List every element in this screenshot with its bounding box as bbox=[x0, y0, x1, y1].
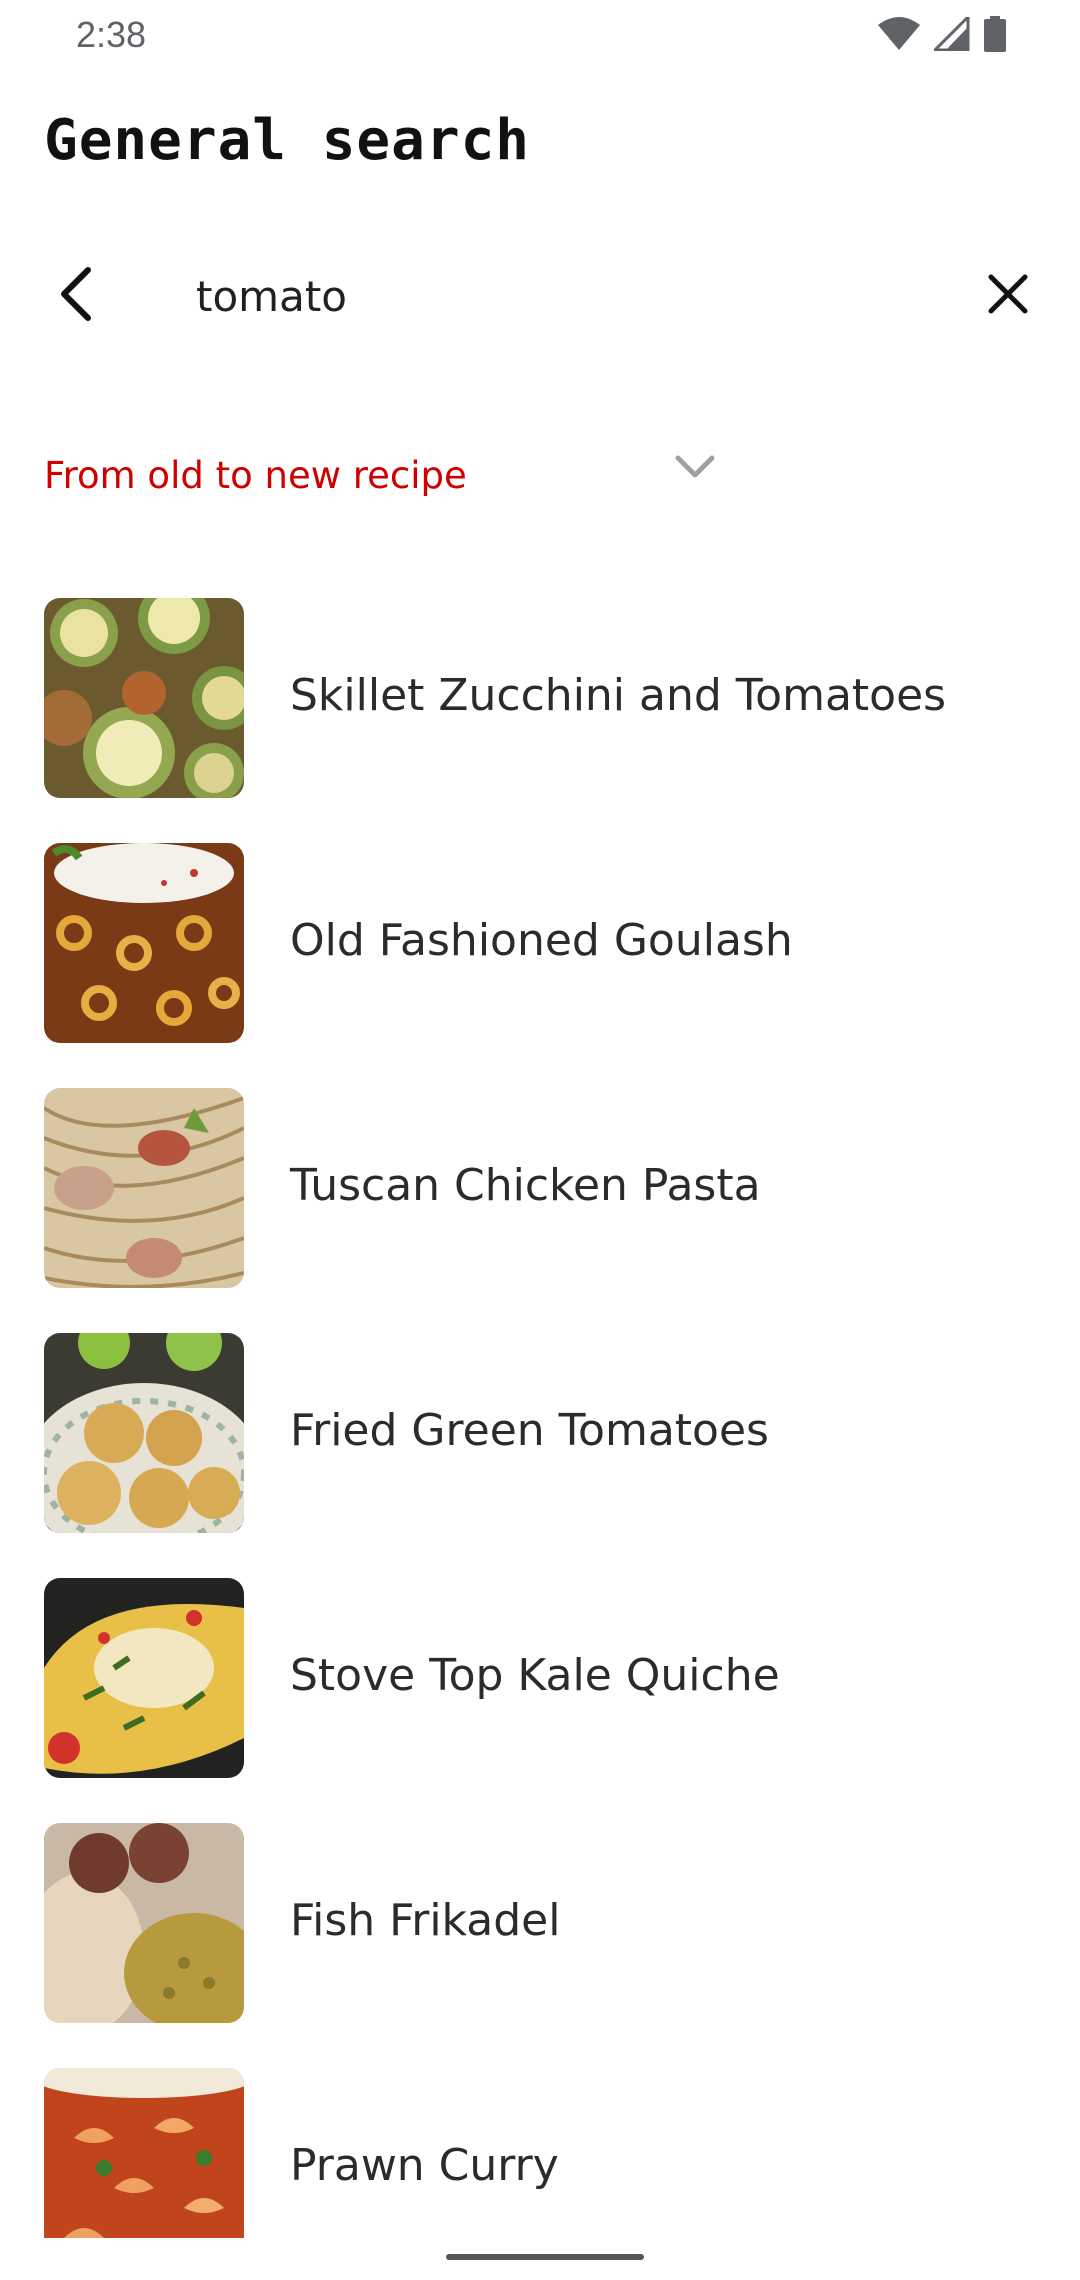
status-time: 2:38 bbox=[76, 14, 147, 55]
cell-signal-icon bbox=[934, 17, 970, 51]
wifi-icon bbox=[878, 17, 920, 51]
battery-icon bbox=[984, 16, 1006, 52]
prawn-curry-photo bbox=[44, 2068, 244, 2238]
sort-dropdown[interactable]: From old to new recipe bbox=[44, 440, 724, 510]
recipe-list-item[interactable]: Old Fashioned Goulash bbox=[0, 843, 1080, 1043]
search-input[interactable] bbox=[196, 256, 936, 336]
recipe-title: Old Fashioned Goulash bbox=[290, 915, 793, 966]
recipe-title: Prawn Curry bbox=[290, 2140, 559, 2191]
recipe-list-item[interactable]: Tuscan Chicken Pasta bbox=[0, 1088, 1080, 1288]
recipe-title: Fried Green Tomatoes bbox=[290, 1405, 769, 1456]
chevron-left-icon bbox=[56, 266, 96, 327]
fish-frikadel-photo bbox=[44, 1823, 244, 2023]
chicken-pasta-photo bbox=[44, 1088, 244, 1288]
sort-label: From old to new recipe bbox=[44, 453, 467, 497]
recipe-list-item[interactable]: Fried Green Tomatoes bbox=[0, 1333, 1080, 1533]
recipe-title: Fish Frikadel bbox=[290, 1895, 561, 1946]
recipe-list-item[interactable]: Fish Frikadel bbox=[0, 1823, 1080, 2023]
recipe-list-item[interactable]: Stove Top Kale Quiche bbox=[0, 1578, 1080, 1778]
status-icons bbox=[878, 16, 1006, 52]
page-title: General search bbox=[44, 108, 531, 173]
recipe-list-item[interactable]: Prawn Curry bbox=[0, 2068, 1080, 2238]
fried-green-tomatoes-photo bbox=[44, 1333, 244, 1533]
goulash-photo bbox=[44, 843, 244, 1043]
recipe-title: Tuscan Chicken Pasta bbox=[290, 1160, 761, 1211]
chevron-down-icon bbox=[674, 454, 716, 487]
search-bar bbox=[0, 236, 1080, 356]
zucchini-tomatoes-photo bbox=[44, 598, 244, 798]
kale-quiche-photo bbox=[44, 1578, 244, 1778]
recipe-list-item[interactable]: Skillet Zucchini and Tomatoes bbox=[0, 598, 1080, 798]
recipe-title: Stove Top Kale Quiche bbox=[290, 1650, 780, 1701]
close-icon bbox=[987, 273, 1029, 320]
clear-search-button[interactable] bbox=[976, 264, 1040, 328]
home-indicator[interactable] bbox=[446, 2254, 644, 2260]
back-button[interactable] bbox=[44, 264, 108, 328]
status-bar: 2:38 bbox=[0, 0, 1080, 72]
recipe-title: Skillet Zucchini and Tomatoes bbox=[290, 670, 947, 721]
recipe-list: Skillet Zucchini and Tomatoes Old Fashio… bbox=[0, 598, 1080, 2238]
